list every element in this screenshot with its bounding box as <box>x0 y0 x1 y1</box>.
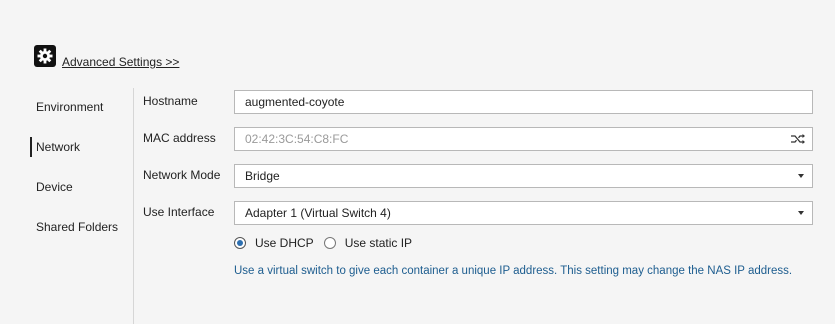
radio-checked-icon[interactable] <box>234 237 246 249</box>
hostname-input[interactable]: augmented-coyote <box>234 90 813 114</box>
use-dhcp-radio[interactable]: Use DHCP <box>234 236 314 250</box>
use-dhcp-label: Use DHCP <box>255 236 314 250</box>
use-interface-label: Use Interface <box>143 205 215 219</box>
mac-address-value: 02:42:3C:54:C8:FC <box>245 132 349 146</box>
advanced-settings-header: Advanced Settings >> <box>34 43 179 69</box>
sidebar-item-device[interactable]: Device <box>30 177 73 197</box>
shuffle-icon[interactable] <box>790 133 806 145</box>
sidebar-item-network[interactable]: Network <box>30 137 80 157</box>
sidebar-item-environment[interactable]: Environment <box>30 97 103 117</box>
network-mode-value: Bridge <box>245 169 280 183</box>
radio-unchecked-icon[interactable] <box>323 237 336 249</box>
container-settings-panel: Advanced Settings >> Environment Network… <box>0 0 835 324</box>
mac-address-label: MAC address <box>143 131 216 145</box>
use-interface-select[interactable]: Adapter 1 (Virtual Switch 4) <box>234 201 813 225</box>
advanced-settings-link[interactable]: Advanced Settings >> <box>62 55 179 69</box>
sidebar-divider <box>133 88 134 324</box>
sidebar-item-shared-folders[interactable]: Shared Folders <box>30 217 118 237</box>
hostname-label: Hostname <box>143 94 198 108</box>
use-static-ip-label: Use static IP <box>344 236 413 250</box>
network-mode-label: Network Mode <box>143 168 221 182</box>
use-static-ip-radio[interactable]: Use static IP <box>323 236 413 250</box>
network-mode-select[interactable]: Bridge <box>234 164 813 188</box>
use-interface-value: Adapter 1 (Virtual Switch 4) <box>245 206 391 220</box>
ip-mode-radio-group: Use DHCP Use static IP <box>234 236 422 250</box>
gear-icon <box>34 45 56 67</box>
hostname-value: augmented-coyote <box>245 95 345 109</box>
chevron-down-icon <box>798 211 804 215</box>
mac-address-field: 02:42:3C:54:C8:FC <box>234 127 813 151</box>
virtual-switch-note: Use a virtual switch to give each contai… <box>234 265 793 277</box>
chevron-down-icon <box>798 174 804 178</box>
